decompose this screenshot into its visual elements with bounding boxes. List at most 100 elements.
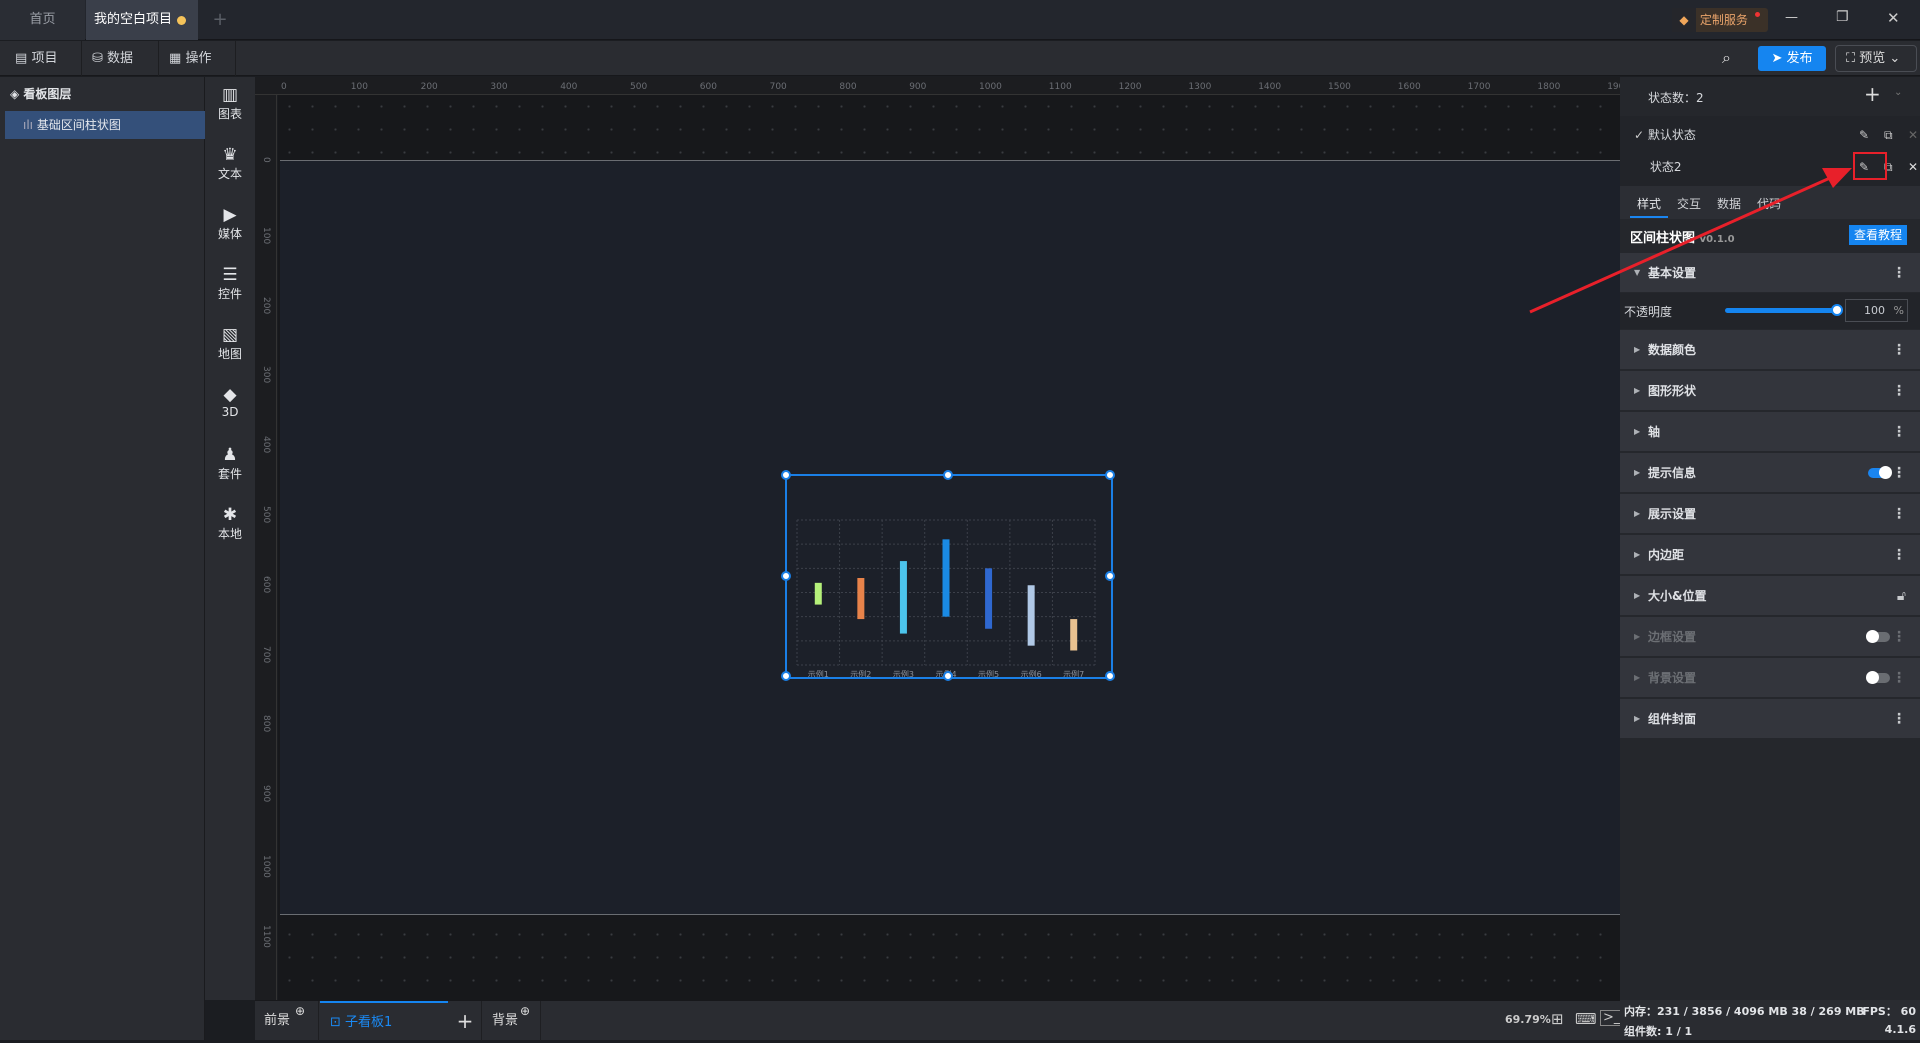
edit-icon[interactable]: ✎	[1859, 156, 1869, 178]
tab-style[interactable]: 样式	[1637, 195, 1661, 212]
ruler-label: 700	[261, 645, 271, 663]
category-icon: ▥	[221, 85, 239, 105]
add-state-button[interactable]: +	[1864, 82, 1881, 106]
delete-icon[interactable]: ✕	[1908, 156, 1918, 178]
property-tabs: 样式 交互 数据 代码	[1620, 186, 1920, 219]
section-9[interactable]: ▶ 背景设置 ⋮	[1620, 658, 1920, 698]
tutorial-button[interactable]: 查看教程	[1849, 225, 1907, 245]
zoom-level[interactable]: 69.79%	[1505, 1013, 1551, 1026]
component-category-4[interactable]: ▧ 地图	[205, 325, 255, 362]
resize-handle[interactable]	[1105, 671, 1115, 681]
section-0[interactable]: ▼ 基本设置 ⋮	[1620, 253, 1920, 293]
foreground-tab[interactable]: 前景 ⊕	[255, 1001, 319, 1041]
component-name: 区间柱状图 v0.1.0	[1630, 227, 1735, 246]
add-circle-icon[interactable]: ⊕	[295, 991, 305, 1031]
caret-right-icon: ▶	[1634, 632, 1641, 641]
tab-data[interactable]: 数据	[1717, 195, 1741, 212]
state-item-default[interactable]: ✓ 默认状态 ✎ ⧉ ✕	[1634, 124, 1920, 146]
section-toggle[interactable]	[1866, 671, 1890, 684]
category-icon: ▶	[223, 205, 237, 225]
lock-icon[interactable]: 🔓︎	[1897, 576, 1906, 616]
section-label: 组件封面	[1648, 712, 1697, 726]
resize-handle[interactable]	[781, 470, 791, 480]
resize-handle[interactable]	[943, 470, 953, 480]
component-category-0[interactable]: ▥ 图表	[205, 85, 255, 122]
tab-home[interactable]: 首页	[0, 0, 85, 40]
add-circle-icon[interactable]: ⊕	[520, 991, 530, 1031]
copy-icon[interactable]: ⧉	[1884, 124, 1893, 146]
section-toggle[interactable]	[1866, 630, 1890, 643]
more-icon[interactable]: ⋮	[1892, 494, 1906, 534]
more-icon[interactable]: ⋮	[1892, 617, 1906, 657]
resize-handle[interactable]	[943, 671, 953, 681]
section-3[interactable]: ▶ 轴 ⋮	[1620, 412, 1920, 452]
add-board-button[interactable]: +	[450, 1001, 480, 1041]
check-icon: ✓	[1634, 128, 1645, 142]
opacity-label: 不透明度	[1624, 305, 1673, 319]
selection-box[interactable]	[781, 470, 1115, 681]
layer-item[interactable]: ılı 基础区间柱状图	[5, 111, 205, 139]
category-icon: ▧	[221, 325, 239, 345]
minimize-button[interactable]: —	[1785, 10, 1798, 25]
section-label: 背景设置	[1648, 671, 1697, 685]
edit-icon[interactable]: ✎	[1859, 124, 1869, 146]
publish-button[interactable]: ➤ 发布	[1758, 46, 1826, 71]
section-6[interactable]: ▶ 内边距 ⋮	[1620, 535, 1920, 575]
tab-code[interactable]: 代码	[1757, 195, 1781, 212]
section-4[interactable]: ▶ 提示信息 ⋮	[1620, 453, 1920, 493]
component-category-5[interactable]: ◆ 3D	[205, 385, 255, 419]
status-bar: 内存：231 / 3856 / 4096 MB 38 / 269 MB FPS：…	[1620, 1000, 1920, 1040]
more-icon[interactable]: ⋮	[1892, 253, 1906, 293]
resize-handle[interactable]	[1105, 470, 1115, 480]
opacity-slider[interactable]	[1725, 304, 1843, 316]
tab-project[interactable]: 我的空白项目	[86, 0, 198, 40]
fit-screen-icon[interactable]: ⊞	[1551, 1010, 1564, 1028]
slider-thumb[interactable]	[1831, 304, 1843, 316]
more-icon[interactable]: ⋮	[1892, 330, 1906, 370]
menu-project[interactable]: ▤ 项目 ⌄	[5, 41, 82, 101]
more-icon[interactable]: ⋮	[1892, 412, 1906, 452]
section-8[interactable]: ▶ 边框设置 ⋮	[1620, 617, 1920, 657]
copy-icon[interactable]: ⧉	[1884, 156, 1893, 178]
chevron-down-icon[interactable]: ⌄	[1894, 87, 1902, 98]
add-tab-button[interactable]: +	[205, 0, 235, 40]
component-category-1[interactable]: ♛ 文本	[205, 145, 255, 182]
section-1[interactable]: ▶ 数据颜色 ⋮	[1620, 330, 1920, 370]
resize-handle[interactable]	[1105, 570, 1115, 581]
opacity-input[interactable]: 100%	[1845, 299, 1908, 322]
resize-handle[interactable]	[781, 570, 791, 581]
more-icon[interactable]: ⋮	[1892, 371, 1906, 411]
menu-project-label: 项目	[31, 51, 58, 66]
menu-operate[interactable]: ▦ 操作 ⌄	[159, 41, 236, 101]
section-5[interactable]: ▶ 展示设置 ⋮	[1620, 494, 1920, 534]
preview-button[interactable]: ⛶ 预览 ⌄	[1835, 45, 1917, 72]
section-2[interactable]: ▶ 图形形状 ⋮	[1620, 371, 1920, 411]
component-category-3[interactable]: ☰ 控件	[205, 265, 255, 302]
state-item-2[interactable]: 状态2 ✎ ⧉ ✕	[1634, 156, 1920, 178]
subboard-tab[interactable]: ⊡ 子看板1	[320, 1001, 448, 1041]
search-icon[interactable]: ⌕	[1722, 48, 1731, 68]
section-toggle[interactable]	[1868, 466, 1892, 479]
background-tab[interactable]: 背景 ⊕	[481, 1001, 541, 1041]
close-button[interactable]: ✕	[1887, 9, 1900, 27]
preview-label: 预览	[1859, 51, 1886, 66]
section-7[interactable]: ▶ 大小&位置 🔓︎	[1620, 576, 1920, 616]
resize-handle[interactable]	[781, 671, 791, 681]
custom-service-label: 定制服务	[1699, 13, 1748, 27]
component-category-2[interactable]: ▶ 媒体	[205, 205, 255, 242]
menu-data[interactable]: ⛁ 数据 ⌄	[82, 41, 159, 101]
component-category-7[interactable]: ✱ 本地	[205, 505, 255, 542]
keyboard-icon[interactable]: ⌨	[1575, 1010, 1597, 1028]
more-icon[interactable]: ⋮	[1892, 699, 1906, 739]
more-icon[interactable]: ⋮	[1892, 453, 1906, 493]
ruler-label: 100	[350, 82, 368, 92]
delete-icon[interactable]: ✕	[1908, 124, 1918, 146]
section-10[interactable]: ▶ 组件封面 ⋮	[1620, 699, 1920, 739]
app-version: 4.1.6	[1884, 1023, 1916, 1036]
more-icon[interactable]: ⋮	[1892, 658, 1906, 698]
restore-button[interactable]: ❐	[1836, 9, 1849, 25]
custom-service-button[interactable]: ◆ 定制服务	[1672, 8, 1768, 32]
tab-interaction[interactable]: 交互	[1677, 195, 1701, 212]
component-category-6[interactable]: ♟ 套件	[205, 445, 255, 482]
more-icon[interactable]: ⋮	[1892, 535, 1906, 575]
